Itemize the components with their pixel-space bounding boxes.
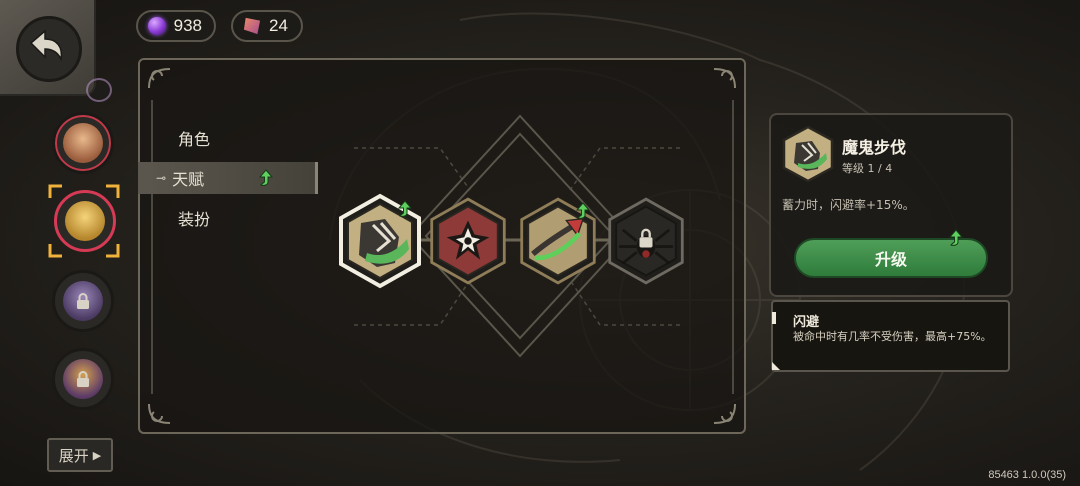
crystal-shard-icon [243,17,261,35]
currency-orb-value: 938 [173,16,202,35]
back-button[interactable] [0,0,96,96]
talent-node-2[interactable] [428,195,508,287]
currency-crystal: 24 [231,10,303,42]
tab-talent[interactable]: ⊸ 天赋 [138,162,318,194]
character-portrait-2 [65,201,105,241]
tooltip-corner [772,362,780,370]
upgrade-arrow-icon [575,202,591,219]
corner-ornament-icon [148,68,171,89]
character-portrait-1 [63,123,103,163]
character-partial [86,78,112,102]
tab-character[interactable]: 角色 [138,122,318,154]
talent-description: 蓄力时，闪避率+15%。 [782,198,915,212]
tab-talent-label: 天赋 [172,170,205,189]
upgrade-arrow-icon [397,200,413,217]
upgrade-arrow-icon [948,229,964,246]
character-avatar-4[interactable] [52,348,114,410]
corner-ornament-icon [713,68,736,89]
triangle-right-icon: ▶ [92,448,102,462]
back-arrow-icon [16,16,82,82]
expand-label: 展开 [58,446,89,465]
panel-divider [732,100,734,394]
character-avatar-2[interactable] [54,190,116,252]
talent-node-4[interactable] [606,195,686,287]
lock-icon [77,293,89,309]
currency-crystal-value: 24 [269,16,288,35]
tooltip-title: 闪避 [793,315,820,330]
version-label: 85463 1.0.0(35) [988,469,1066,481]
talent-level: 等级 1 / 4 [842,162,893,175]
upgrade-label: 升级 [874,250,907,269]
tab-outfit-label: 装扮 [178,210,211,229]
purple-orb-icon [148,17,166,35]
currency-orb: 938 [136,10,216,42]
claw-boot-icon [782,125,834,183]
corner-ornament-icon [148,403,171,424]
key-icon: ⊸ [156,171,167,185]
expand-button[interactable]: 展开 ▶ [47,438,113,472]
tab-character-label: 角色 [178,130,211,149]
lock-icon [77,371,89,387]
upgrade-arrow-icon [258,169,274,186]
character-avatar-3[interactable] [52,270,114,332]
talent-title: 魔鬼步伐 [842,138,907,157]
tooltip-marker [772,312,776,324]
corner-ornament-icon [713,403,736,424]
character-avatar-1[interactable] [52,112,114,174]
tooltip-body: 被命中时有几率不受伤害，最高+75%。 [793,330,992,343]
tab-outfit[interactable]: 装扮 [138,202,318,234]
